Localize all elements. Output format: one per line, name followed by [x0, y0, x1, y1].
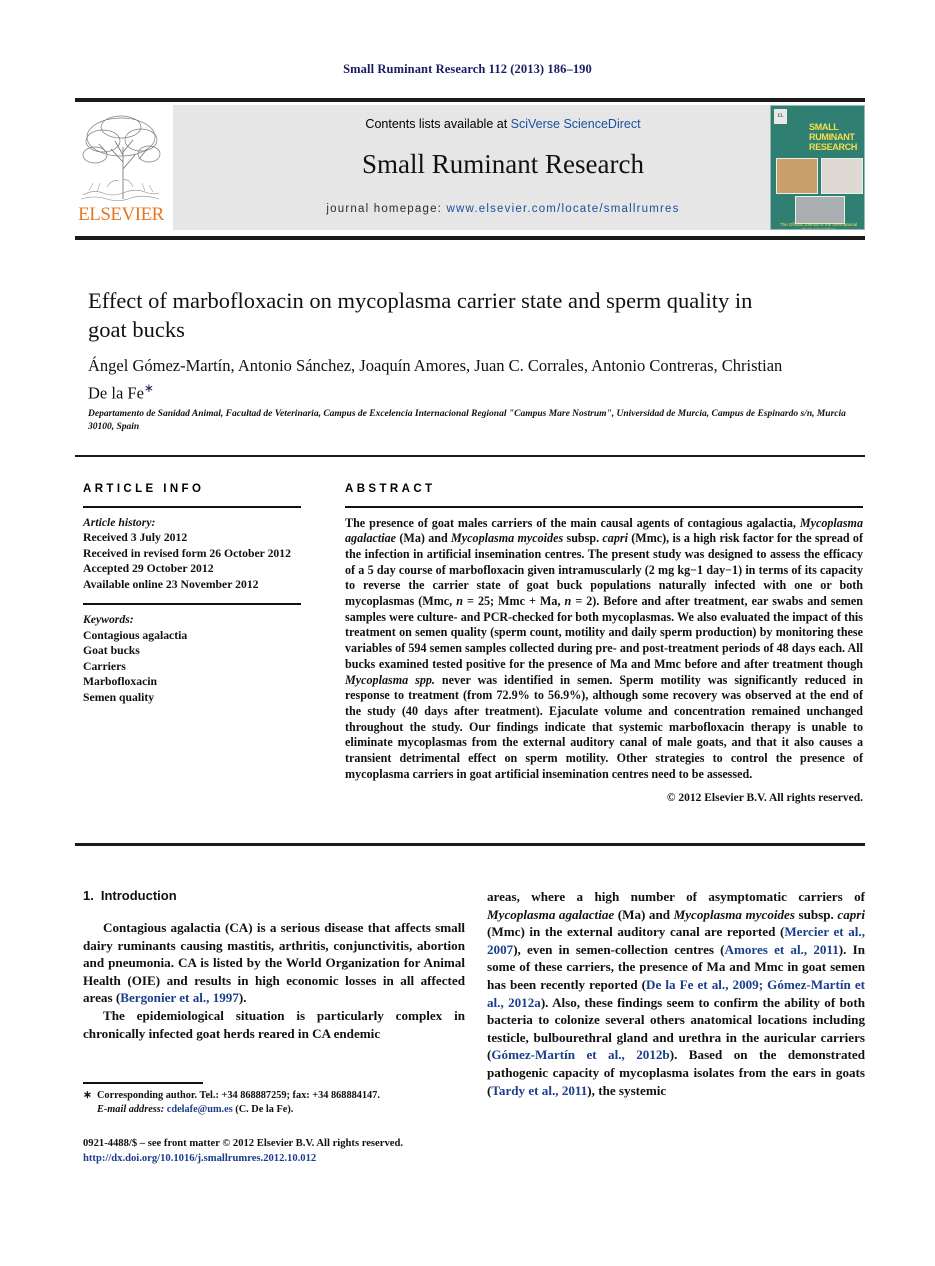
elsevier-logo: ELSEVIER [75, 105, 167, 230]
running-head: Small Ruminant Research 112 (2013) 186–1… [343, 62, 592, 76]
elsevier-wordmark: ELSEVIER [78, 204, 164, 225]
article-title: Effect of marbofloxacin on mycoplasma ca… [88, 288, 753, 342]
history-item: Available online 23 November 2012 [83, 577, 259, 591]
cover-title-line3: RESEARCH [809, 142, 858, 152]
footnote-corresponding-author: ∗ Corresponding author. Tel.: +34 868887… [83, 1089, 465, 1116]
homepage-prefix: journal homepage: [326, 203, 447, 215]
elsevier-tree-icon [77, 107, 165, 204]
masthead-top-rule [75, 98, 865, 102]
paragraph: Contagious agalactia (CA) is a serious d… [83, 919, 465, 1007]
history-item: Received 3 July 2012 [83, 531, 188, 545]
contents-available-line: Contents lists available at SciVerse Sci… [173, 117, 833, 131]
keyword-item: Carriers [83, 659, 126, 673]
footnote-corresponding-text: Corresponding author. Tel.: +34 86888725… [97, 1090, 380, 1101]
cover-footer-text: The Official Journal of the Internationa… [779, 222, 858, 230]
footnote-rule [83, 1082, 203, 1084]
section-heading-introduction: 1. Introduction [83, 888, 465, 903]
email-link[interactable]: cdelafe@um.es [167, 1104, 233, 1115]
issn-line: 0921-4488/$ – see front matter © 2012 El… [83, 1138, 403, 1149]
doi-link[interactable]: http://dx.doi.org/10.1016/j.smallrumres.… [83, 1151, 503, 1166]
body-column-right: areas, where a high number of asymptomat… [487, 888, 865, 1099]
contents-prefix: Contents lists available at [365, 117, 511, 131]
abstract-bottom-rule [75, 843, 865, 846]
issn-copyright-block: 0921-4488/$ – see front matter © 2012 El… [83, 1136, 503, 1166]
keyword-item: Contagious agalactia [83, 628, 188, 642]
cover-title: SMALL RUMINANT RESEARCH [809, 122, 863, 152]
author-list: Ángel Gómez-Martín, Antonio Sánchez, Joa… [88, 355, 798, 405]
keywords-block: Keywords: Contagious agalactia Goat buck… [83, 612, 313, 706]
journal-band: Contents lists available at SciVerse Sci… [173, 105, 833, 230]
article-info-rule-2 [83, 603, 301, 605]
paragraph: The epidemiological situation is particu… [83, 1007, 465, 1042]
abstract-rule [345, 506, 863, 508]
paragraph-text: The epidemiological situation is particu… [83, 1007, 465, 1041]
paragraph-text: Contagious agalactia (CA) is a serious d… [83, 920, 465, 1006]
affiliation: Departamento de Sanidad Animal, Facultad… [88, 409, 846, 432]
journal-cover-thumbnail: EL SMALL RUMINANT RESEARCH The Official … [770, 105, 865, 230]
masthead: ELSEVIER Contents lists available at Sci… [75, 105, 865, 230]
abstract-text: The presence of goat males carriers of t… [345, 515, 863, 781]
title-bottom-rule [75, 455, 865, 457]
article-info-column: ARTICLE INFO Article history: Received 3… [83, 483, 313, 706]
abstract-copyright: © 2012 Elsevier B.V. All rights reserved… [666, 792, 863, 805]
paper-page: Small Ruminant Research 112 (2013) 186–1… [0, 0, 935, 1266]
article-history-block: Article history: Received 3 July 2012 Re… [83, 515, 313, 593]
paragraph-text: areas, where a high number of asymptomat… [487, 889, 866, 1098]
footnote-star-marker: ∗ [83, 1090, 92, 1101]
masthead-bottom-rule [75, 236, 865, 240]
article-info-rule-1 [83, 506, 301, 508]
email-label: E-mail address: [97, 1103, 165, 1115]
keyword-item: Semen quality [83, 690, 155, 704]
cover-photo-goat [776, 158, 818, 194]
section-number: 1. [83, 888, 94, 903]
keywords-label: Keywords: [83, 612, 134, 626]
email-owner: (C. De la Fe). [235, 1103, 294, 1115]
article-history-label: Article history: [83, 515, 156, 529]
keyword-item: Goat bucks [83, 644, 140, 658]
elsevier-imprint-icon: EL [774, 109, 787, 124]
abstract-heading: ABSTRACT [345, 483, 436, 495]
sciencedirect-link[interactable]: SciVerse ScienceDirect [511, 117, 641, 131]
journal-homepage-link[interactable]: www.elsevier.com/locate/smallrumres [446, 203, 679, 215]
paragraph: areas, where a high number of asymptomat… [487, 888, 865, 1099]
author-names: Ángel Gómez-Martín, Antonio Sánchez, Joa… [88, 356, 783, 403]
article-info-heading: ARTICLE INFO [83, 483, 205, 495]
cover-photo-sheep [821, 158, 863, 194]
journal-title: Small Ruminant Research [362, 149, 644, 179]
cover-title-line1: SMALL [809, 122, 839, 132]
cover-photo-herd [795, 196, 845, 224]
abstract-column: ABSTRACT The presence of goat males carr… [345, 483, 863, 804]
keyword-item: Marbofloxacin [83, 675, 158, 689]
history-item: Received in revised form 26 October 2012 [83, 546, 291, 560]
journal-homepage-line: journal homepage: www.elsevier.com/locat… [173, 203, 833, 215]
section-title: Introduction [100, 888, 177, 903]
cover-title-line2: RUMINANT [809, 132, 855, 142]
body-column-left: 1. Introduction Contagious agalactia (CA)… [83, 888, 465, 1042]
history-item: Accepted 29 October 2012 [83, 562, 214, 576]
corresponding-author-marker: ∗ [143, 381, 154, 395]
